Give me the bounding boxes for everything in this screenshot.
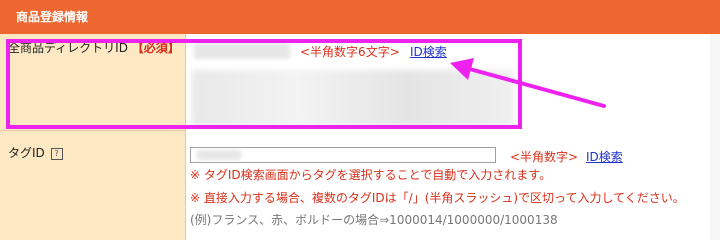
annotation-arrow-icon (450, 58, 606, 108)
